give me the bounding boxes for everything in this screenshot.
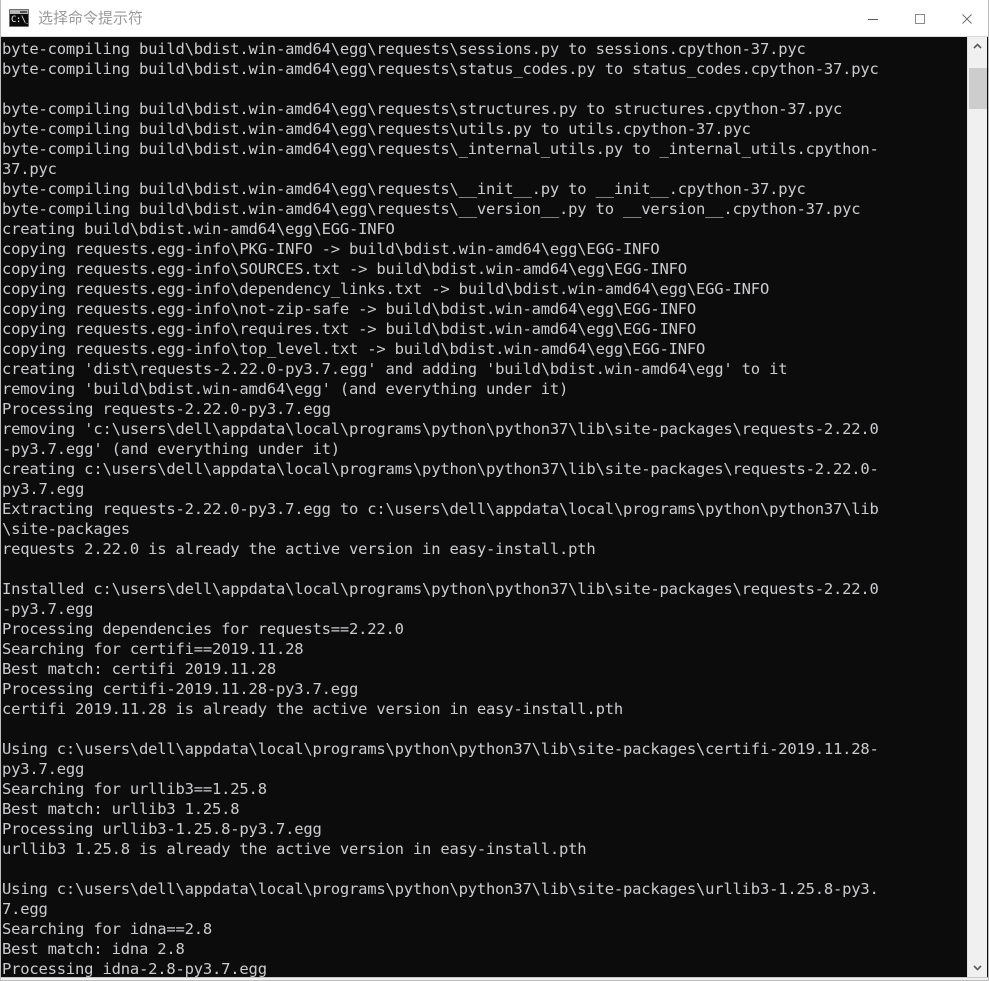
console-line: -py3.7.egg <box>2 600 94 618</box>
console-line: Using c:\users\dell\appdata\local\progra… <box>2 740 879 758</box>
console-icon: C:\_ <box>9 9 29 27</box>
scroll-up-arrow-icon[interactable] <box>968 37 987 56</box>
console-text-buffer: byte-compiling build\bdist.win-amd64\egg… <box>1 39 966 979</box>
scroll-down-arrow-icon[interactable] <box>968 958 987 977</box>
vertical-scrollbar[interactable] <box>967 37 987 977</box>
console-line: byte-compiling build\bdist.win-amd64\egg… <box>2 60 879 78</box>
console-line: byte-compiling build\bdist.win-amd64\egg… <box>2 140 879 158</box>
console-line: requests 2.22.0 is already the active ve… <box>2 540 596 558</box>
console-line: Best match: certifi 2019.11.28 <box>2 660 276 678</box>
console-line: Processing idna-2.8-py3.7.egg <box>2 960 267 978</box>
console-line: byte-compiling build\bdist.win-amd64\egg… <box>2 100 843 118</box>
console-line: certifi 2019.11.28 is already the active… <box>2 700 623 718</box>
maximize-button[interactable] <box>896 0 943 37</box>
minimize-button[interactable] <box>849 0 896 37</box>
window-controls <box>849 0 988 37</box>
window-titlebar[interactable]: C:\_ 选择命令提示符 <box>1 0 988 37</box>
console-line: creating build\bdist.win-amd64\egg\EGG-I… <box>2 220 395 238</box>
console-line: urllib3 1.25.8 is already the active ver… <box>2 840 587 858</box>
console-line: 37.pyc <box>2 160 57 178</box>
console-line: -py3.7.egg' (and everything under it) <box>2 440 340 458</box>
console-line: Extracting requests-2.22.0-py3.7.egg to … <box>2 500 879 518</box>
console-line: creating c:\users\dell\appdata\local\pro… <box>2 460 879 478</box>
console-line: Best match: urllib3 1.25.8 <box>2 800 240 818</box>
close-button[interactable] <box>943 0 988 37</box>
console-line: Processing certifi-2019.11.28-py3.7.egg <box>2 680 359 698</box>
console-line: copying requests.egg-info\requires.txt -… <box>2 320 697 338</box>
titlebar-drag-region[interactable]: C:\_ 选择命令提示符 <box>1 0 849 36</box>
window-bottom-edge <box>1 977 988 980</box>
console-line: copying requests.egg-info\not-zip-safe -… <box>2 300 697 318</box>
console-line: byte-compiling build\bdist.win-amd64\egg… <box>2 180 806 198</box>
console-line: Best match: idna 2.8 <box>2 940 185 958</box>
console-line: copying requests.egg-info\SOURCES.txt ->… <box>2 260 687 278</box>
scrollbar-track-lower[interactable] <box>968 109 987 958</box>
console-line: removing 'build\bdist.win-amd64\egg' (an… <box>2 380 569 398</box>
console-line: Processing urllib3-1.25.8-py3.7.egg <box>2 820 322 838</box>
console-line: byte-compiling build\bdist.win-amd64\egg… <box>2 200 861 218</box>
console-line: Searching for urllib3==1.25.8 <box>2 780 267 798</box>
console-line: py3.7.egg <box>2 760 85 778</box>
console-line: Searching for certifi==2019.11.28 <box>2 640 304 658</box>
console-line: Searching for idna==2.8 <box>2 920 213 938</box>
console-icon-prompt: C:\_ <box>11 15 29 25</box>
console-line: Installed c:\users\dell\appdata\local\pr… <box>2 580 879 598</box>
console-line: byte-compiling build\bdist.win-amd64\egg… <box>2 40 806 58</box>
console-line: creating 'dist\requests-2.22.0-py3.7.egg… <box>2 360 788 378</box>
console-line: 7.egg <box>2 900 48 918</box>
command-prompt-window: C:\_ 选择命令提示符 byte-compiling build\bdist.… <box>0 0 989 981</box>
console-output-area[interactable]: byte-compiling build\bdist.win-amd64\egg… <box>1 37 988 980</box>
console-line: py3.7.egg <box>2 480 85 498</box>
console-line: Processing requests-2.22.0-py3.7.egg <box>2 400 331 418</box>
console-line: Processing dependencies for requests==2.… <box>2 620 404 638</box>
window-title: 选择命令提示符 <box>38 9 144 27</box>
console-line: copying requests.egg-info\dependency_lin… <box>2 280 770 298</box>
console-line: \site-packages <box>2 520 130 538</box>
scrollbar-track-upper[interactable] <box>968 56 987 68</box>
console-line: copying requests.egg-info\top_level.txt … <box>2 340 706 358</box>
console-line: Using c:\users\dell\appdata\local\progra… <box>2 880 879 898</box>
console-line: byte-compiling build\bdist.win-amd64\egg… <box>2 120 751 138</box>
console-line: removing 'c:\users\dell\appdata\local\pr… <box>2 420 879 438</box>
console-line: copying requests.egg-info\PKG-INFO -> bu… <box>2 240 660 258</box>
scrollbar-thumb[interactable] <box>969 68 987 109</box>
